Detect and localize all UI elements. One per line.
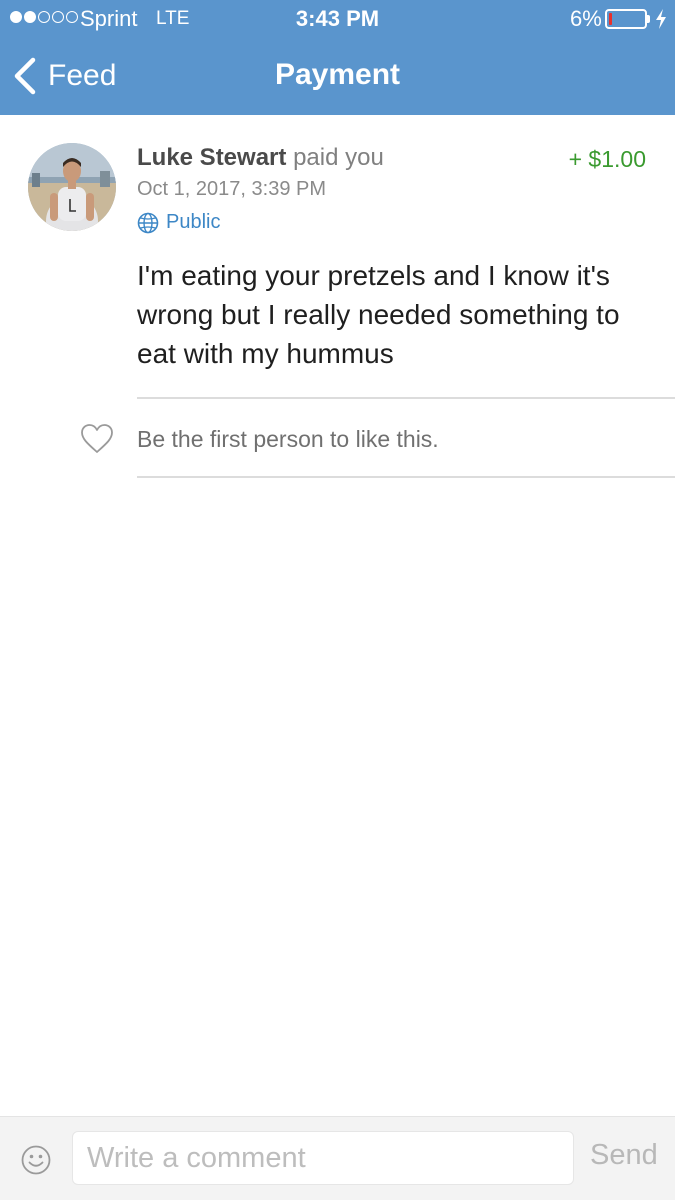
page-title: Payment xyxy=(274,58,401,91)
privacy-indicator: Public xyxy=(137,211,220,234)
smiley-icon[interactable] xyxy=(20,1144,52,1176)
payment-date: Oct 1, 2017, 3:39 PM xyxy=(137,178,326,200)
payment-header: Luke Stewart paid you xyxy=(137,144,384,172)
avatar-photo xyxy=(28,143,116,231)
battery-percent: 6% xyxy=(570,6,602,31)
battery-cap xyxy=(647,15,650,23)
payment-note: I'm eating your pretzels and I know it's… xyxy=(137,260,620,369)
likes-text: Be the first person to like this. xyxy=(137,426,439,452)
status-bar: Sprint LTE 3:43 PM 6% xyxy=(0,0,675,38)
battery-level-fill xyxy=(609,13,612,25)
send-button[interactable]: Send xyxy=(590,1139,658,1172)
globe-icon xyxy=(137,212,159,233)
privacy-label: Public xyxy=(166,211,221,233)
divider xyxy=(137,476,675,478)
payment-amount: + $1.00 xyxy=(568,146,646,172)
avatar[interactable] xyxy=(28,143,116,231)
sender-name[interactable]: Luke Stewart xyxy=(137,144,286,171)
top-bar: Sprint LTE 3:43 PM 6% Feed Payment xyxy=(0,0,675,115)
payment-action: paid you xyxy=(293,144,384,171)
battery-icon xyxy=(605,9,647,29)
comment-bar: Send xyxy=(0,1116,675,1200)
heart-icon[interactable] xyxy=(80,422,114,456)
divider xyxy=(137,397,675,399)
comment-input[interactable] xyxy=(72,1131,574,1185)
charging-bolt-icon xyxy=(656,9,666,29)
